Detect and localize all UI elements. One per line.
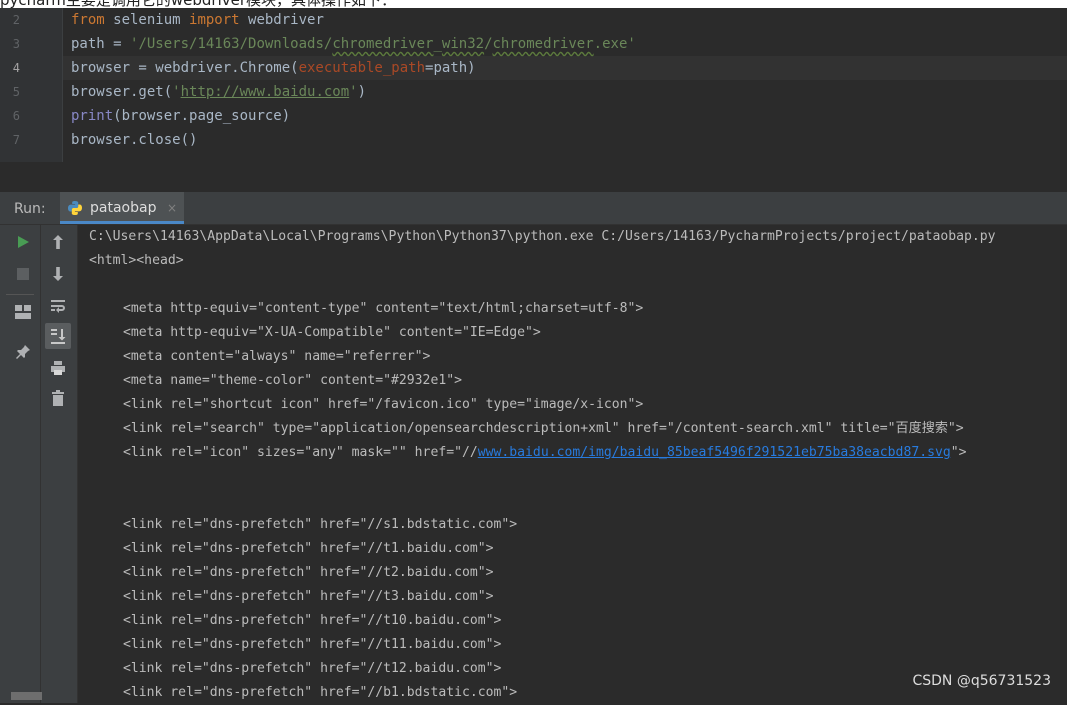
console-output-line: <link rel="dns-prefetch" href="//s1.bdst… [123, 517, 518, 532]
console-output-line: <html><head> [89, 253, 184, 268]
editor-empty-area[interactable] [0, 162, 1067, 192]
code-line[interactable]: path = '/Users/14163/Downloads/chromedri… [71, 32, 636, 56]
console-command-line: C:\Users\14163\AppData\Local\Programs\Py… [89, 229, 996, 244]
top-caption-strip: pycharm主要是调用它的webdriver模块，具体操作如下： [0, 0, 1067, 8]
python-icon [68, 201, 82, 215]
tab-close-icon[interactable]: × [167, 192, 177, 224]
console-link[interactable]: www.baidu.com/img/baidu_85beaf5496f29152… [478, 445, 951, 460]
console-output-line: <link rel="dns-prefetch" href="//t10.bai… [123, 613, 502, 628]
code-editor[interactable]: 2 3 4 5 6 7 from selenium import webdriver path… [0, 8, 1067, 162]
console-output-line: <link rel="icon" sizes="any" mask="" hre… [123, 445, 967, 460]
code-line[interactable]: print(browser.page_source) [71, 104, 290, 128]
line-number: 2 [12, 13, 20, 27]
arrow-up-icon[interactable] [45, 229, 71, 255]
console-output-line: <link rel="dns-prefetch" href="//t3.baid… [123, 589, 494, 604]
trash-icon[interactable] [45, 385, 71, 411]
code-line[interactable]: browser.get('http://www.baidu.com') [71, 80, 366, 104]
console-output-line: <meta http-equiv="content-type" content=… [123, 301, 644, 316]
run-icon[interactable] [10, 229, 36, 255]
scroll-to-end-icon[interactable] [45, 323, 71, 349]
run-tab-label: pataobap [90, 200, 157, 216]
run-tab-pataobap[interactable]: pataobap × [60, 192, 184, 224]
console-output-line: <link rel="dns-prefetch" href="//b1.bdst… [123, 685, 518, 700]
run-left-toolbar [0, 225, 41, 703]
console-output-line: <link rel="dns-prefetch" href="//t12.bai… [123, 661, 502, 676]
line-number: 5 [12, 85, 20, 99]
code-line[interactable]: from selenium import webdriver [71, 8, 324, 32]
run-console[interactable]: C:\Users\14163\AppData\Local\Programs\Py… [78, 225, 1067, 703]
run-tool-window-header: Run: pataobap × [0, 192, 1067, 225]
stop-icon[interactable] [10, 261, 36, 287]
run-label: Run: [14, 201, 46, 217]
console-output-line: <meta content="always" name="referrer"> [123, 349, 431, 364]
print-icon[interactable] [45, 355, 71, 381]
console-output-line: <meta name="theme-color" content="#2932e… [123, 373, 462, 388]
console-output-line: <link rel="dns-prefetch" href="//t11.bai… [123, 637, 502, 652]
code-line[interactable]: browser = webdriver.Chrome(executable_pa… [71, 56, 476, 80]
pin-icon[interactable] [10, 339, 36, 365]
console-output-line: <link rel="dns-prefetch" href="//t1.baid… [123, 541, 494, 556]
code-line[interactable]: browser.close() [71, 128, 197, 152]
line-number: 6 [12, 109, 20, 123]
watermark: CSDN @q56731523 [912, 673, 1051, 689]
gutter-fold-marker [11, 692, 42, 700]
arrow-down-icon[interactable] [45, 261, 71, 287]
console-output-line: <link rel="shortcut icon" href="/favicon… [123, 397, 644, 412]
run-console-toolbar [41, 225, 78, 703]
line-number: 7 [12, 133, 20, 147]
console-output-line: <meta http-equiv="X-UA-Compatible" conte… [123, 325, 541, 340]
line-number: 4 [12, 61, 20, 75]
soft-wrap-icon[interactable] [45, 293, 71, 319]
line-number: 3 [12, 37, 20, 51]
layout-icon[interactable] [10, 299, 36, 325]
top-caption: pycharm主要是调用它的webdriver模块，具体操作如下： [0, 0, 396, 8]
console-output-line: <link rel="dns-prefetch" href="//t2.baid… [123, 565, 494, 580]
console-output-line: <link rel="search" type="application/ope… [123, 421, 964, 436]
